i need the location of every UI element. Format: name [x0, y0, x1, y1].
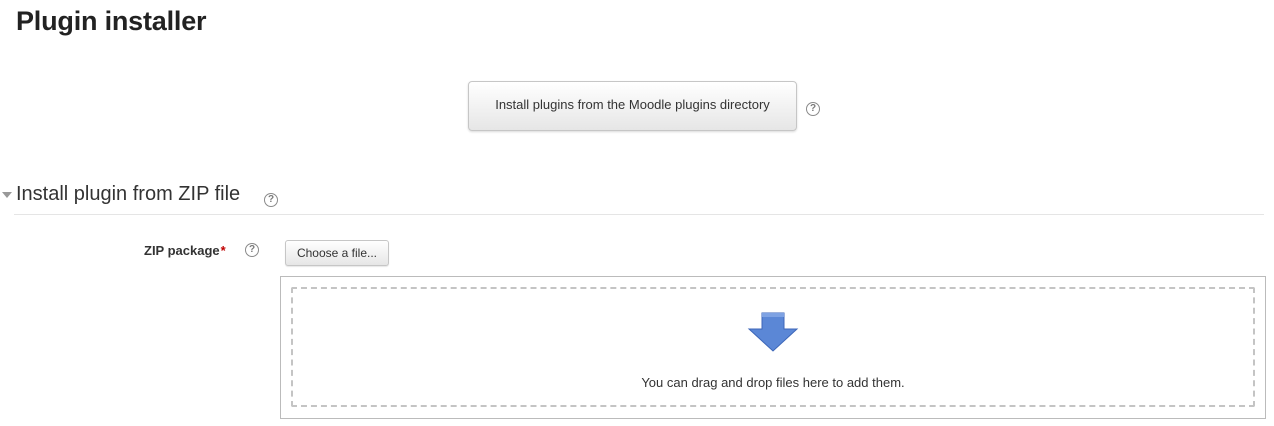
zip-section-legend[interactable]: Install plugin from ZIP file: [16, 183, 240, 206]
file-drop-zone[interactable]: You can drag and drop files here to add …: [291, 287, 1255, 407]
page-title: Plugin installer: [16, 6, 207, 36]
zip-package-label-text: ZIP package: [144, 243, 220, 258]
zip-section-help-icon[interactable]: ?: [264, 193, 278, 207]
section-divider: [14, 214, 1264, 215]
section-collapse-icon[interactable]: [2, 192, 12, 198]
file-picker-container: You can drag and drop files here to add …: [280, 276, 1266, 419]
zip-package-help-icon[interactable]: ?: [245, 243, 259, 257]
drop-message: You can drag and drop files here to add …: [641, 375, 905, 390]
directory-help-icon[interactable]: ?: [806, 102, 820, 116]
required-icon: *: [220, 243, 226, 258]
arrow-down-icon: [747, 312, 799, 352]
install-from-directory-button[interactable]: Install plugins from the Moodle plugins …: [468, 81, 797, 131]
zip-package-label: ZIP package*: [144, 243, 226, 258]
choose-file-button[interactable]: Choose a file...: [285, 240, 389, 266]
